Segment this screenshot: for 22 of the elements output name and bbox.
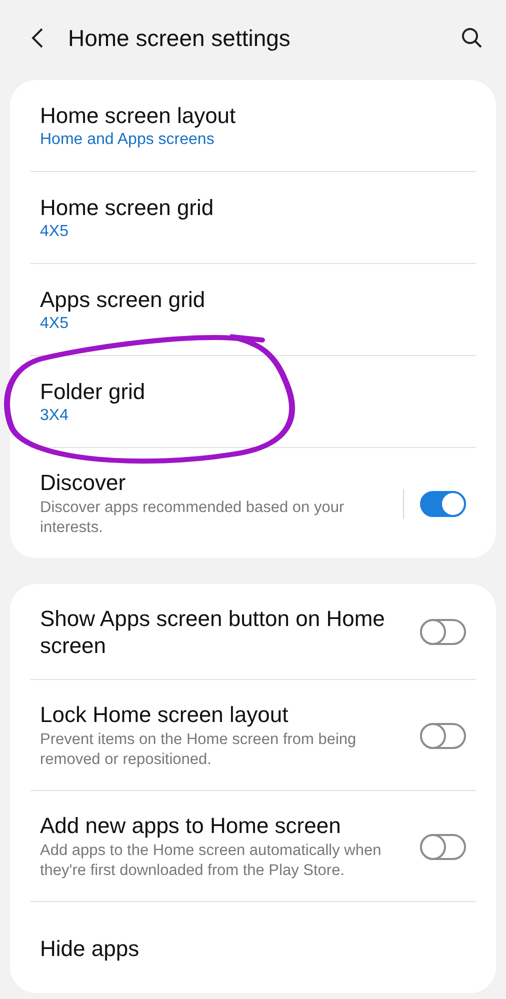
setting-title: Home screen layout <box>40 102 237 128</box>
toggle-switch[interactable] <box>420 619 466 645</box>
setting-title: Hide apps <box>40 934 140 962</box>
page-title: Home screen settings <box>68 24 292 52</box>
setting-title: Apps screen grid <box>40 286 206 312</box>
setting-title: Lock Home screen layout <box>40 701 290 728</box>
setting-title: Folder grid <box>40 378 146 404</box>
setting-description: Discover apps recommended based on your interests. <box>40 498 346 538</box>
setting-value: 4X5 <box>40 222 70 242</box>
toggle-switch[interactable] <box>420 722 466 748</box>
toggle-switch[interactable] <box>420 490 466 516</box>
setting-title: Home screen grid <box>40 194 215 220</box>
setting-title: Discover <box>40 469 127 496</box>
setting-value: Home and Apps screens <box>40 130 216 150</box>
setting-title: Add new apps to Home screen <box>40 812 342 839</box>
setting-description: Add apps to the Home screen automatically when they're first downloaded from the Play Store. <box>40 841 382 881</box>
setting-value: 4X5 <box>40 314 70 334</box>
setting-title: Show Apps screen button on Home screen <box>40 605 386 659</box>
setting-value: 3X4 <box>40 406 70 426</box>
setting-description: Prevent items on the Home screen from being removed or repositioned. <box>40 730 358 770</box>
toggle-switch[interactable] <box>420 834 466 860</box>
search-icon[interactable] <box>460 26 484 50</box>
